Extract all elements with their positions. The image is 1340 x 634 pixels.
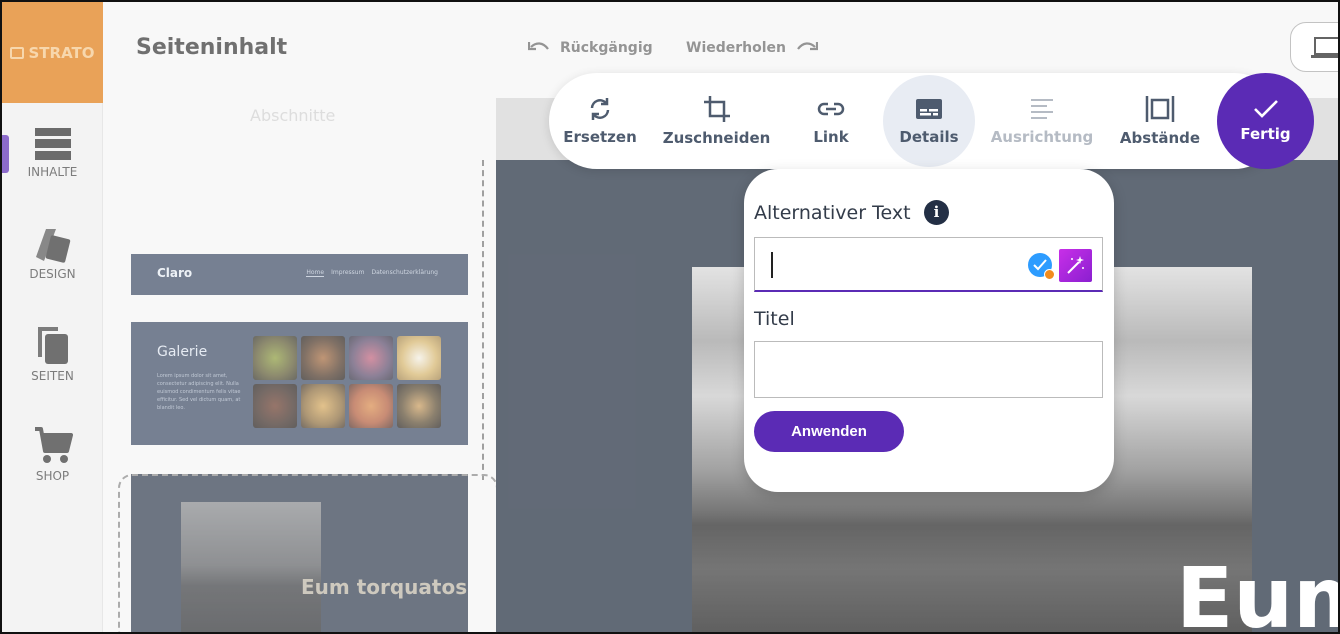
redo-button[interactable]: Wiederholen bbox=[686, 40, 819, 56]
strato-logo: STRATO bbox=[2, 2, 103, 103]
gallery-thumbnails bbox=[253, 336, 441, 428]
image-toolbar: Ersetzen Zuschneiden Link Details Ausric… bbox=[549, 73, 1282, 169]
sidebar: INHALTE DESIGN SEITEN SHOP bbox=[2, 103, 103, 632]
sidebar-item-label: SEITEN bbox=[31, 369, 74, 383]
page-title: Seiteninhalt bbox=[136, 35, 288, 60]
section-card-gallery[interactable]: Galerie Lorem ipsum dolor sit amet, cons… bbox=[131, 322, 468, 445]
gallery-thumbnail bbox=[301, 384, 345, 428]
check-icon bbox=[1033, 259, 1047, 271]
section-nav-item: Impressum bbox=[331, 269, 365, 276]
section-nav: Home Impressum Datenschutzerklärung bbox=[306, 269, 438, 277]
crop-button[interactable]: Zuschneiden bbox=[662, 73, 771, 169]
info-icon[interactable]: i bbox=[924, 200, 949, 225]
logo-text: STRATO bbox=[28, 43, 95, 62]
cart-icon bbox=[34, 427, 73, 463]
sidebar-item-seiten[interactable]: SEITEN bbox=[2, 325, 103, 383]
gallery-thumbnail bbox=[397, 384, 441, 428]
gallery-thumbnail bbox=[349, 336, 393, 380]
sidebar-item-label: INHALTE bbox=[27, 165, 78, 179]
gallery-thumbnail bbox=[397, 336, 441, 380]
section-nav-item: Home bbox=[306, 269, 325, 277]
toolbar-label: Details bbox=[899, 128, 959, 146]
section-nav-item: Datenschutzerklärung bbox=[371, 269, 438, 276]
sidebar-item-label: SHOP bbox=[35, 469, 70, 483]
redo-icon bbox=[797, 42, 819, 51]
replace-icon bbox=[590, 98, 610, 120]
selected-section-outline bbox=[118, 474, 498, 632]
title-input[interactable] bbox=[754, 341, 1103, 398]
undo-label: Rückgängig bbox=[560, 40, 653, 56]
spacing-button[interactable]: Abstände bbox=[1119, 73, 1201, 169]
toolbar-label: Link bbox=[813, 128, 849, 146]
sidebar-item-design[interactable]: DESIGN bbox=[2, 227, 103, 281]
done-label: Fertig bbox=[1240, 125, 1291, 143]
text-cursor bbox=[771, 252, 773, 278]
link-button[interactable]: Link bbox=[799, 73, 863, 169]
details-popover: Alternativer Text i Titel Anwenden bbox=[744, 169, 1114, 492]
gallery-thumbnail bbox=[253, 336, 297, 380]
hero-heading[interactable]: Eum bbox=[1176, 548, 1338, 632]
undo-button[interactable]: Rückgängig bbox=[528, 40, 653, 56]
toolbar-label: Zuschneiden bbox=[662, 129, 771, 147]
section-site-name: Claro bbox=[157, 266, 193, 280]
alignment-button[interactable]: Ausrichtung bbox=[991, 73, 1093, 169]
sidebar-item-inhalte[interactable]: INHALTE bbox=[2, 127, 103, 179]
toolbar-label: Ausrichtung bbox=[990, 128, 1094, 146]
app-window: STRATO INHALTE DESIGN SEITEN SHOP Seiten… bbox=[0, 0, 1340, 634]
details-icon bbox=[916, 99, 942, 119]
toolbar-label: Abstände bbox=[1119, 129, 1201, 147]
strato-logo-mark-icon bbox=[10, 46, 25, 59]
gallery-thumbnail bbox=[349, 384, 393, 428]
gallery-title: Galerie bbox=[157, 344, 208, 360]
gallery-thumbnail bbox=[253, 384, 297, 428]
sections-heading: Abschnitte bbox=[250, 106, 336, 125]
checkmark-icon bbox=[1253, 100, 1278, 118]
device-preview-button[interactable] bbox=[1290, 22, 1338, 72]
redo-label: Wiederholen bbox=[686, 40, 787, 56]
align-icon bbox=[1031, 99, 1053, 119]
crop-icon bbox=[703, 96, 730, 122]
toolbar-label: Ersetzen bbox=[563, 128, 637, 146]
alt-text-label: Alternativer Text bbox=[754, 202, 911, 224]
sidebar-item-shop[interactable]: SHOP bbox=[2, 425, 103, 483]
title-label: Titel bbox=[754, 308, 795, 330]
section-card-header[interactable]: Claro Home Impressum Datenschutzerklärun… bbox=[131, 254, 468, 295]
pages-icon bbox=[37, 327, 68, 364]
sidebar-item-label: DESIGN bbox=[29, 267, 76, 281]
wand-icon bbox=[1067, 256, 1084, 274]
spacing-icon bbox=[1145, 96, 1175, 122]
design-icon bbox=[35, 229, 70, 263]
apply-button[interactable]: Anwenden bbox=[754, 411, 904, 452]
gallery-text: Lorem ipsum dolor sit amet, consectetur … bbox=[157, 373, 241, 411]
undo-icon bbox=[528, 42, 549, 51]
section-drop-guide bbox=[482, 160, 484, 480]
done-button[interactable]: Fertig bbox=[1217, 73, 1314, 169]
desktop-icon bbox=[1311, 37, 1338, 58]
magic-wand-icon[interactable] bbox=[1059, 249, 1092, 282]
replace-button[interactable]: Ersetzen bbox=[561, 73, 639, 169]
gallery-thumbnail bbox=[301, 336, 345, 380]
link-icon bbox=[817, 102, 845, 116]
grammar-check-icon[interactable] bbox=[1028, 253, 1055, 280]
alt-text-input[interactable] bbox=[754, 237, 1103, 292]
content-icon bbox=[34, 128, 71, 160]
details-button[interactable]: Details bbox=[883, 75, 975, 167]
